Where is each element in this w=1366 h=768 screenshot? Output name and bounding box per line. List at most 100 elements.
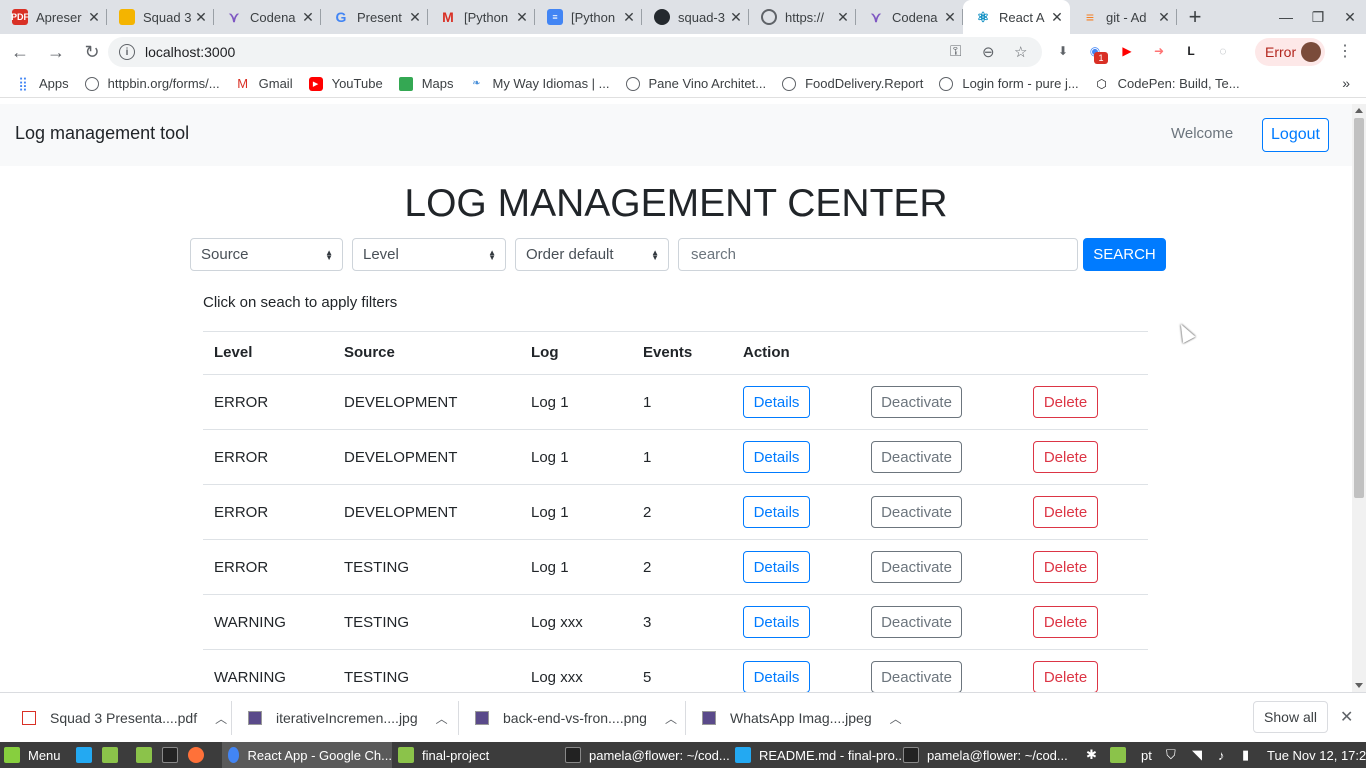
battery-icon[interactable]: ▮ (1242, 742, 1249, 768)
details-button[interactable]: Details (743, 496, 810, 528)
files-launcher-icon[interactable] (136, 742, 160, 768)
taskbar-window[interactable]: final-project (398, 742, 489, 768)
close-tab-icon[interactable]: ✕ (622, 9, 636, 26)
close-tab-icon[interactable]: ✕ (301, 9, 315, 26)
scroll-up-arrow-icon[interactable] (1355, 108, 1363, 113)
youtube-extension-icon[interactable]: ▶ (1118, 42, 1136, 60)
browser-tab[interactable]: https://✕ (749, 0, 856, 34)
key-icon[interactable]: ⚿ (950, 43, 961, 60)
extension-icon[interactable]: ➜ (1150, 42, 1168, 60)
close-tab-icon[interactable]: ✕ (87, 9, 101, 26)
download-item[interactable]: Squad 3 Presenta....pdf ︿ (22, 693, 227, 743)
back-button[interactable]: ← (4, 36, 36, 68)
chevron-up-icon[interactable]: ︿ (436, 710, 448, 727)
close-tab-icon[interactable]: ✕ (194, 9, 208, 26)
delete-button[interactable]: Delete (1033, 551, 1098, 583)
bookmark-item[interactable]: Login form - pure j... (939, 76, 1079, 91)
bookmark-item[interactable]: ⣿ Apps (16, 76, 68, 92)
search-button[interactable]: SEARCH (1083, 238, 1166, 271)
delete-button[interactable]: Delete (1033, 606, 1098, 638)
extension-icon[interactable]: ◌ (1214, 42, 1232, 60)
firefox-launcher-icon[interactable] (188, 742, 212, 768)
bookmark-item[interactable]: ⬡ CodePen: Build, Te... (1095, 76, 1239, 91)
chevron-up-icon[interactable]: ︿ (665, 710, 677, 727)
delete-button[interactable]: Delete (1033, 496, 1098, 528)
omnibox[interactable]: i localhost:3000 ⚿ ⊖ ☆ (108, 37, 1042, 67)
forward-button[interactable]: → (40, 36, 72, 68)
deactivate-button[interactable]: Deactivate (871, 496, 962, 528)
deactivate-button[interactable]: Deactivate (871, 386, 962, 418)
new-tab-button[interactable]: + (1181, 0, 1209, 34)
taskbar-window[interactable]: README.md - final-pro... (735, 742, 906, 768)
scroll-down-arrow-icon[interactable] (1355, 683, 1363, 688)
site-info-icon[interactable]: i (119, 44, 135, 60)
bookmark-star-icon[interactable]: ☆ (1014, 43, 1027, 61)
browser-tab[interactable]: G Present ✕ (321, 0, 428, 34)
close-window-icon[interactable]: ✕ (1334, 0, 1366, 34)
bookmark-item[interactable]: Pane Vino Architet... (625, 76, 766, 91)
browser-tab[interactable]: M [Python ✕ (428, 0, 535, 34)
details-button[interactable]: Details (743, 606, 810, 638)
bookmark-item[interactable]: M Gmail (236, 76, 292, 91)
deactivate-button[interactable]: Deactivate (871, 551, 962, 583)
zoom-icon[interactable]: ⊖ (982, 43, 995, 61)
order-select[interactable]: Order default ▲ ▼ (515, 238, 669, 271)
details-button[interactable]: Details (743, 661, 810, 692)
chevron-up-icon[interactable]: ︿ (890, 710, 902, 727)
wifi-icon[interactable]: ◥ (1192, 742, 1202, 768)
browser-tab[interactable]: ≡ [Python ✕ (535, 0, 642, 34)
close-tab-icon[interactable]: ✕ (943, 9, 957, 26)
source-select[interactable]: Source ▲ ▼ (190, 238, 343, 271)
browser-tab[interactable]: ≡ git - Ad ✕ (1070, 0, 1177, 34)
details-button[interactable]: Details (743, 551, 810, 583)
bookmark-item[interactable]: httpbin.org/forms/... (84, 76, 220, 91)
taskbar-window[interactable]: React App - Google Ch... (222, 742, 392, 768)
bookmark-item[interactable]: FoodDelivery.Report (782, 76, 923, 91)
vscode-launcher-icon[interactable] (76, 742, 100, 768)
bookmark-item[interactable]: Maps (398, 76, 453, 91)
start-menu-button[interactable]: Menu (4, 742, 61, 768)
close-tab-icon[interactable]: ✕ (408, 9, 422, 26)
download-extension-icon[interactable]: ⬇ (1054, 42, 1072, 60)
show-all-downloads-button[interactable]: Show all (1253, 701, 1328, 733)
scrollbar-thumb[interactable] (1354, 118, 1364, 498)
bookmark-item[interactable]: ▶ YouTube (308, 76, 383, 91)
close-tab-icon[interactable]: ✕ (1157, 9, 1171, 26)
close-downloads-icon[interactable]: ✕ (1340, 707, 1353, 727)
maximize-icon[interactable]: ❐ (1302, 0, 1334, 34)
level-select[interactable]: Level ▲ ▼ (352, 238, 506, 271)
taskbar-window[interactable]: pamela@flower: ~/cod... (903, 742, 1068, 768)
shield-icon[interactable]: ⛉ (1166, 742, 1176, 768)
close-tab-icon[interactable]: ✕ (729, 9, 743, 26)
chevron-up-icon[interactable]: ︿ (215, 710, 227, 727)
browser-tab[interactable]: PDF Apreser ✕ (0, 0, 107, 34)
bluetooth-icon[interactable]: ✱ (1086, 742, 1097, 768)
app-brand[interactable]: Log management tool (15, 123, 189, 144)
close-tab-icon[interactable]: ✕ (1050, 9, 1064, 26)
reload-button[interactable]: ↻ (76, 36, 108, 68)
extension-icon[interactable]: L (1182, 42, 1200, 60)
files-launcher-icon[interactable] (102, 742, 126, 768)
clock[interactable]: Tue Nov 12, 17:26 (1267, 742, 1366, 768)
keyboard-layout[interactable]: pt (1141, 742, 1152, 768)
download-item[interactable]: back-end-vs-fron....png ︿ (475, 693, 677, 743)
logout-button[interactable]: Logout (1262, 118, 1329, 152)
browser-tab[interactable]: ⋎ Codena ✕ (214, 0, 321, 34)
browser-tab-active[interactable]: ⚛ React A ✕ (963, 0, 1070, 34)
taskbar-window[interactable]: pamela@flower: ~/cod... (565, 742, 730, 768)
details-button[interactable]: Details (743, 441, 810, 473)
close-tab-icon[interactable]: ✕ (515, 9, 529, 26)
details-button[interactable]: Details (743, 386, 810, 418)
deactivate-button[interactable]: Deactivate (871, 441, 962, 473)
volume-icon[interactable]: ♪ (1218, 742, 1225, 768)
delete-button[interactable]: Delete (1033, 441, 1098, 473)
browser-tab[interactable]: squad-3 ✕ (642, 0, 749, 34)
folder-icon[interactable] (1110, 742, 1134, 768)
download-item[interactable]: WhatsApp Imag....jpeg ︿ (702, 693, 902, 743)
delete-button[interactable]: Delete (1033, 386, 1098, 418)
profile-error-chip[interactable]: Error (1255, 38, 1325, 66)
download-item[interactable]: iterativeIncremen....jpg ︿ (248, 693, 448, 743)
close-tab-icon[interactable]: ✕ (836, 9, 850, 26)
minimize-icon[interactable]: — (1270, 0, 1302, 34)
menu-kebab-icon[interactable]: ⋮ (1336, 42, 1354, 60)
